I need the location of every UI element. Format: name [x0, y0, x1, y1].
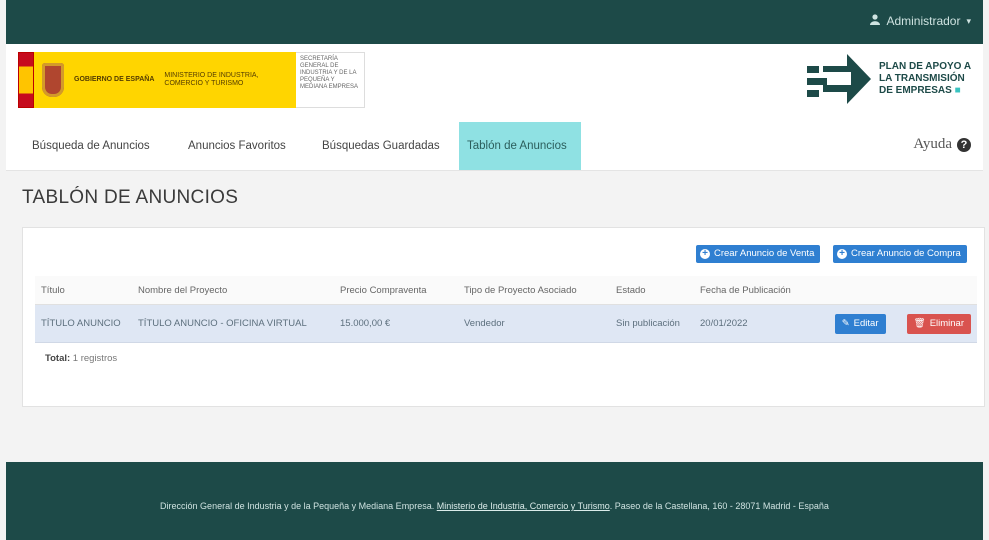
plan-title-line1: PLAN DE APOYO A	[879, 61, 972, 72]
cell-status: Sin publicación	[610, 304, 694, 343]
create-seller-ad-label: Crear Anuncio de Venta	[714, 248, 815, 259]
footer-ministry-link[interactable]: Ministerio de Industria, Comercio y Turi…	[437, 501, 610, 511]
tab-anuncios-favoritos[interactable]: Anuncios Favoritos	[178, 122, 296, 170]
chevron-down-icon: ▾	[966, 15, 971, 26]
main-nav: Búsqueda de Anuncios Anuncios Favoritos …	[6, 122, 983, 171]
column-header-project-type[interactable]: Tipo de Proyecto Asociado	[458, 276, 610, 305]
edit-label: Editar	[853, 318, 879, 329]
create-buyer-ad-button[interactable]: + Crear Anuncio de Compra	[833, 245, 967, 263]
column-header-status[interactable]: Estado	[610, 276, 694, 305]
tab-busquedas-guardadas[interactable]: Búsquedas Guardadas	[312, 122, 450, 170]
column-header-date[interactable]: Fecha de Publicación	[694, 276, 818, 305]
delete-label: Eliminar	[929, 318, 964, 329]
total-value: 1 registros	[72, 353, 118, 364]
cell-price: 15.000,00 €	[334, 304, 458, 343]
ministry-name: MINISTERIO DE INDUSTRIA, COMERCIO Y TURI…	[164, 72, 259, 87]
cell-project: TÍTULO ANUNCIO - OFICINA VIRTUAL	[132, 304, 334, 343]
tab-tablon-anuncios[interactable]: Tablón de Anuncios	[459, 122, 581, 170]
top-bar: Administrador ▾	[6, 0, 983, 44]
edit-button[interactable]: ✎ Editar	[834, 313, 886, 334]
column-header-price[interactable]: Precio Compraventa	[334, 276, 458, 305]
plus-icon: +	[837, 249, 847, 259]
column-header-title[interactable]: Título	[35, 276, 132, 305]
plus-icon: +	[700, 249, 710, 259]
table-header-row: Título Nombre del Proyecto Precio Compra…	[35, 276, 977, 305]
create-buyer-ad-label: Crear Anuncio de Compra	[851, 248, 961, 259]
user-name: Administrador	[886, 14, 961, 28]
site-header: GOBIERNO DE ESPAÑA MINISTERIO DE INDUSTR…	[6, 44, 983, 122]
column-header-project[interactable]: Nombre del Proyecto	[132, 276, 334, 305]
total-label: Total:	[45, 353, 71, 364]
cell-date: 20/01/2022	[694, 304, 818, 343]
help-link[interactable]: Ayuda ?	[913, 136, 971, 153]
government-logo[interactable]: GOBIERNO DE ESPAÑA MINISTERIO DE INDUSTR…	[18, 52, 365, 108]
question-icon: ?	[957, 137, 971, 152]
column-header-actions	[818, 276, 977, 305]
user-icon	[870, 14, 881, 28]
ads-panel: + Crear Anuncio de Venta + Crear Anuncio…	[22, 227, 985, 407]
plan-title-line2: LA TRANSMISIÓN	[879, 73, 965, 84]
cell-title: TÍTULO ANUNCIO	[35, 304, 132, 343]
coat-of-arms-icon	[42, 63, 64, 97]
plan-dot-icon: ■	[954, 85, 961, 96]
arrow-logo-icon	[807, 54, 871, 104]
ads-table: Título Nombre del Proyecto Precio Compra…	[35, 276, 977, 343]
create-seller-ad-button[interactable]: + Crear Anuncio de Venta	[696, 245, 821, 263]
secretariat-name: SECRETARÍA GENERAL DE INDUSTRIA Y DE LA …	[296, 52, 365, 108]
table-row[interactable]: TÍTULO ANUNCIO TÍTULO ANUNCIO - OFICINA …	[35, 304, 977, 343]
footer-address-text: Paseo de la Castellana, 160 - 28071 Madr…	[614, 501, 829, 511]
trash-icon: 🗑	[913, 318, 926, 329]
edit-icon: ✎	[841, 318, 850, 329]
plan-logo[interactable]: PLAN DE APOYO A LA TRANSMISIÓN DE EMPRES…	[807, 52, 977, 106]
site-footer: Dirección General de Industria y de la P…	[6, 462, 983, 540]
cell-project-type: Vendedor	[458, 304, 610, 343]
spain-flag-icon	[18, 52, 34, 108]
tab-busqueda-anuncios[interactable]: Búsqueda de Anuncios	[22, 122, 160, 170]
plan-title-line3: DE EMPRESAS	[879, 85, 952, 96]
cell-actions: ✎ Editar 🗑 Eliminar	[818, 304, 977, 343]
footer-org-text: Dirección General de Industria y de la P…	[160, 501, 435, 511]
user-menu[interactable]: Administrador ▾	[870, 14, 971, 28]
page-title: TABLÓN DE ANUNCIOS	[22, 187, 239, 208]
total-records: Total: 1 registros	[45, 353, 117, 364]
help-label: Ayuda	[913, 136, 952, 152]
delete-button[interactable]: 🗑 Eliminar	[906, 313, 971, 334]
gov-name: GOBIERNO DE ESPAÑA	[74, 76, 155, 83]
